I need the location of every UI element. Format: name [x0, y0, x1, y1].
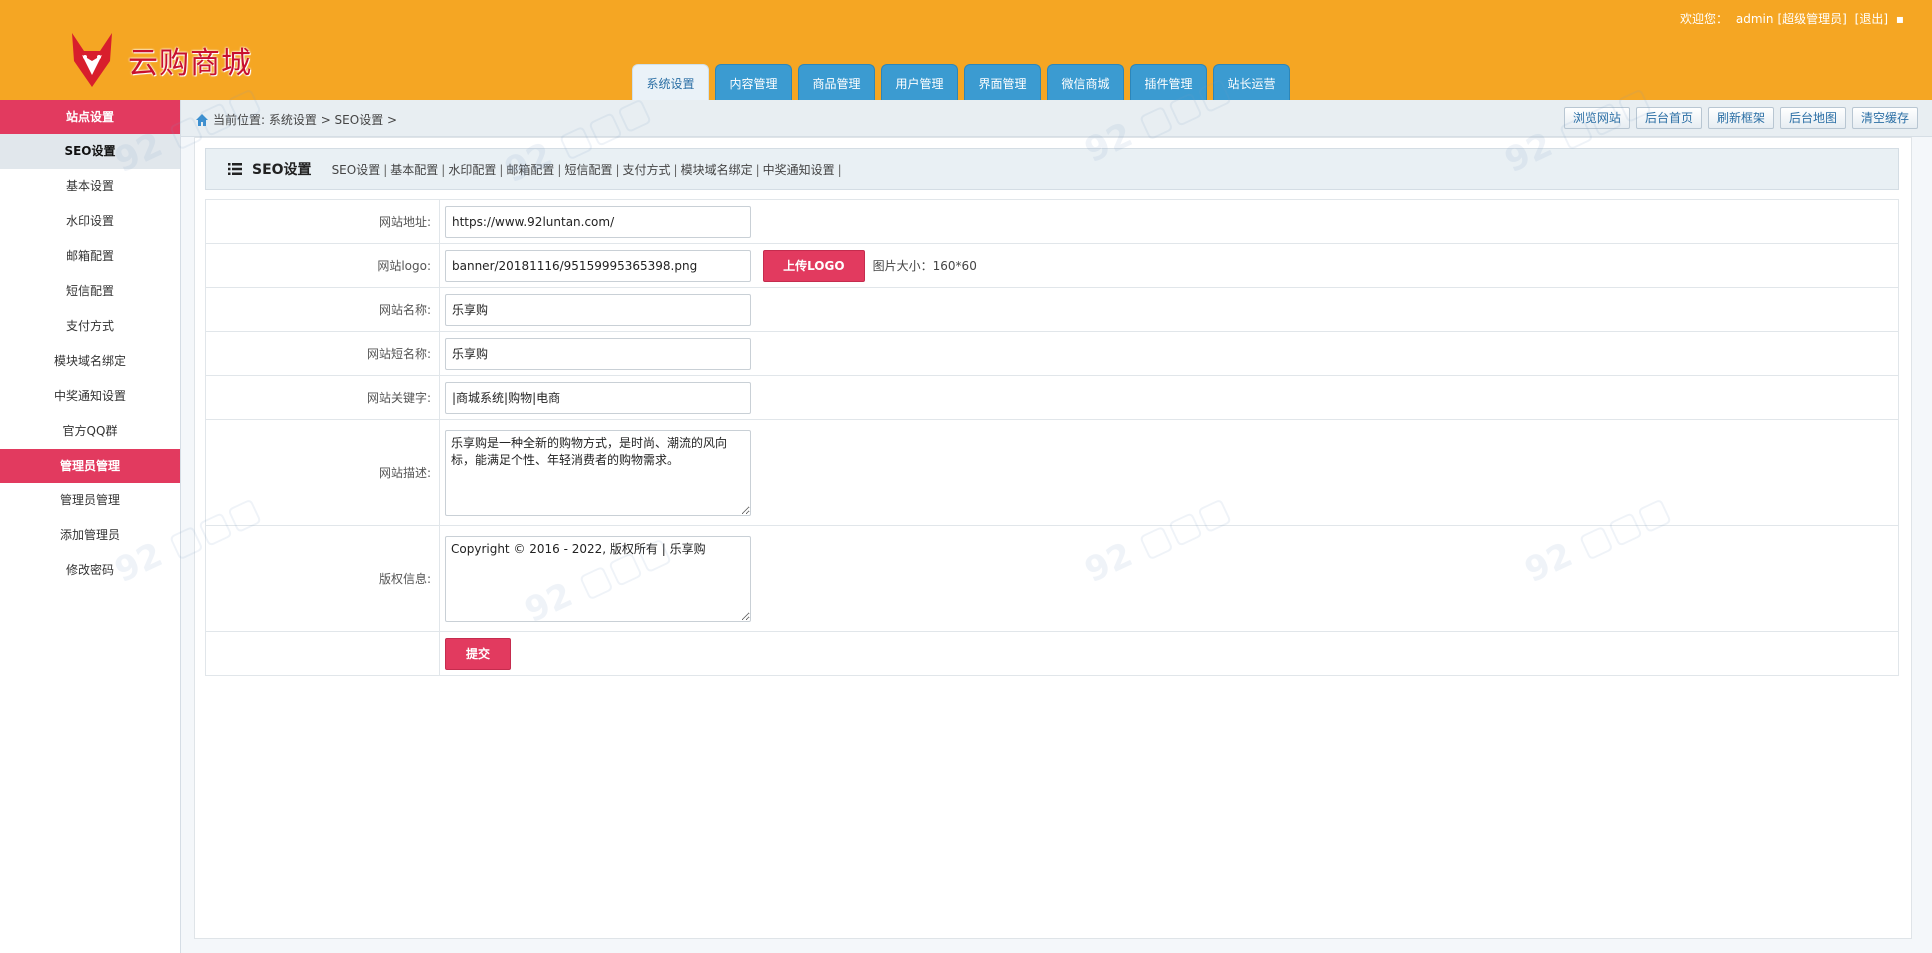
site-logo[interactable]: 云购商城	[64, 30, 252, 90]
copyright-textarea[interactable]: Copyright © 2016 - 2022, 版权所有 | 乐享购	[445, 535, 751, 622]
sidebar-item-email[interactable]: 邮箱配置	[0, 239, 180, 274]
sidebar-item-add-admin[interactable]: 添加管理员	[0, 518, 180, 553]
sidebar-item-domain-binding[interactable]: 模块域名绑定	[0, 344, 180, 379]
site-description-textarea[interactable]: 乐享购是一种全新的购物方式，是时尚、潮流的风向标，能满足个性、年轻消费者的购物需…	[445, 429, 751, 516]
seo-form: 网站地址: 网站logo: 上传LOGO 图片大小：160*60 网站名称: 网…	[205, 199, 1899, 676]
logo-size-hint: 图片大小：160*60	[872, 259, 977, 273]
form-row-url: 网站地址:	[205, 199, 1899, 244]
sidebar-item-admin-management[interactable]: 管理员管理	[0, 483, 180, 518]
admin-map-button[interactable]: 后台地图	[1779, 107, 1846, 129]
sidebar-item-sms[interactable]: 短信配置	[0, 274, 180, 309]
sidebar-group-admin[interactable]: 管理员管理	[0, 449, 180, 483]
site-keywords-input[interactable]	[445, 381, 751, 414]
dot-icon: ▪	[1895, 12, 1904, 26]
browse-site-button[interactable]: 浏览网站	[1563, 107, 1630, 129]
sidebar-item-seo[interactable]: SEO设置	[0, 134, 180, 169]
name-label: 网站名称:	[205, 287, 440, 332]
sidebar-item-prize-notice[interactable]: 中奖通知设置	[0, 379, 180, 414]
main-panel: SEO设置 SEO设置 | 基本配置 | 水印配置 | 邮箱配置 | 短信配置 | 支付方式 | 模块域…	[194, 137, 1912, 939]
description-label: 网站描述:	[205, 419, 440, 526]
form-row-description: 网站描述: 乐享购是一种全新的购物方式，是时尚、潮流的风向标，能满足个性、年轻消…	[205, 419, 1899, 526]
tab-content-management[interactable]: 内容管理	[715, 64, 792, 100]
user-info: 欢迎您： admin [超级管理员] [退出] ▪	[1676, 10, 1904, 27]
sub-link-watermark[interactable]: 水印配置	[448, 163, 496, 177]
tab-wechat-mall[interactable]: 微信商城	[1047, 64, 1124, 100]
admin-home-button[interactable]: 后台首页	[1635, 107, 1702, 129]
breadcrumb-path: 系统设置 > SEO设置 >	[268, 113, 398, 127]
page-title: SEO设置	[252, 162, 312, 178]
user-role: [超级管理员]	[1777, 12, 1847, 26]
submit-button[interactable]: 提交	[445, 637, 511, 670]
fox-logo-icon	[72, 33, 112, 87]
sub-link-basic[interactable]: 基本配置	[390, 163, 438, 177]
logo-label: 网站logo:	[205, 243, 440, 288]
form-row-copyright: 版权信息: Copyright © 2016 - 2022, 版权所有 | 乐享…	[205, 525, 1899, 632]
sub-link-email[interactable]: 邮箱配置	[506, 163, 554, 177]
upload-logo-button[interactable]: 上传LOGO	[762, 249, 865, 282]
tab-interface-management[interactable]: 界面管理	[964, 64, 1041, 100]
clear-cache-button[interactable]: 清空缓存	[1851, 107, 1918, 129]
form-row-logo: 网站logo: 上传LOGO 图片大小：160*60	[205, 243, 1899, 288]
form-row-name: 网站名称:	[205, 287, 1899, 332]
quick-actions: 浏览网站 后台首页 刷新框架 后台地图 清空缓存	[1558, 107, 1918, 129]
tab-plugin-management[interactable]: 插件管理	[1130, 64, 1207, 100]
list-icon	[228, 163, 242, 175]
sidebar-item-change-password[interactable]: 修改密码	[0, 553, 180, 588]
sub-link-sms[interactable]: 短信配置	[564, 163, 612, 177]
sidebar: 站点设置 SEO设置 基本设置 水印设置 邮箱配置 短信配置 支付方式 模块域名…	[0, 100, 181, 953]
sub-link-prize-notice[interactable]: 中奖通知设置	[763, 163, 835, 177]
site-short-name-input[interactable]	[445, 337, 751, 370]
tab-system-settings[interactable]: 系统设置	[632, 64, 709, 100]
sidebar-item-watermark[interactable]: 水印设置	[0, 204, 180, 239]
short-name-label: 网站短名称:	[205, 331, 440, 376]
site-url-input[interactable]	[445, 205, 751, 238]
panel-title-bar: SEO设置 SEO设置 | 基本配置 | 水印配置 | 邮箱配置 | 短信配置 | 支付方式 | 模块域…	[205, 148, 1899, 190]
header-bar: 云购商城 欢迎您： admin [超级管理员] [退出] ▪ 系统设置 内容管理 …	[0, 0, 1932, 102]
sidebar-item-qq-group[interactable]: 官方QQ群	[0, 414, 180, 449]
refresh-frame-button[interactable]: 刷新框架	[1707, 107, 1774, 129]
sub-link-seo[interactable]: SEO设置	[332, 163, 381, 177]
brand-name: 云购商城	[128, 46, 252, 81]
sidebar-item-basic[interactable]: 基本设置	[0, 169, 180, 204]
tab-product-management[interactable]: 商品管理	[798, 64, 875, 100]
site-name-input[interactable]	[445, 293, 751, 326]
url-label: 网站地址:	[205, 199, 440, 244]
sub-link-domain-binding[interactable]: 模块域名绑定	[681, 163, 753, 177]
sub-link-payment[interactable]: 支付方式	[623, 163, 671, 177]
breadcrumb-bar: 当前位置: 系统设置 > SEO设置 > 浏览网站 后台首页 刷新框架 后台地图…	[181, 100, 1932, 137]
tab-webmaster-operations[interactable]: 站长运营	[1213, 64, 1290, 100]
sub-nav-links: SEO设置 | 基本配置 | 水印配置 | 邮箱配置 | 短信配置 | 支付方式 | 模块域名绑定 | 中奖…	[331, 162, 842, 177]
sidebar-group-site-settings[interactable]: 站点设置	[0, 100, 180, 134]
site-logo-input[interactable]	[445, 249, 751, 282]
sidebar-item-payment[interactable]: 支付方式	[0, 309, 180, 344]
form-row-keywords: 网站关键字:	[205, 375, 1899, 420]
home-icon	[196, 113, 208, 126]
keywords-label: 网站关键字:	[205, 375, 440, 420]
tab-user-management[interactable]: 用户管理	[881, 64, 958, 100]
breadcrumb-prefix: 当前位置:	[213, 113, 266, 127]
logout-link[interactable]: [退出]	[1855, 12, 1888, 26]
username: admin	[1735, 12, 1774, 26]
form-row-submit: 提交	[205, 631, 1899, 676]
welcome-text: 欢迎您：	[1680, 12, 1729, 26]
form-row-short-name: 网站短名称:	[205, 331, 1899, 376]
main-nav: 系统设置 内容管理 商品管理 用户管理 界面管理 微信商城 插件管理 站长运营	[632, 64, 1296, 100]
breadcrumb: 当前位置: 系统设置 > SEO设置 >	[195, 111, 397, 128]
copyright-label: 版权信息:	[205, 525, 440, 632]
